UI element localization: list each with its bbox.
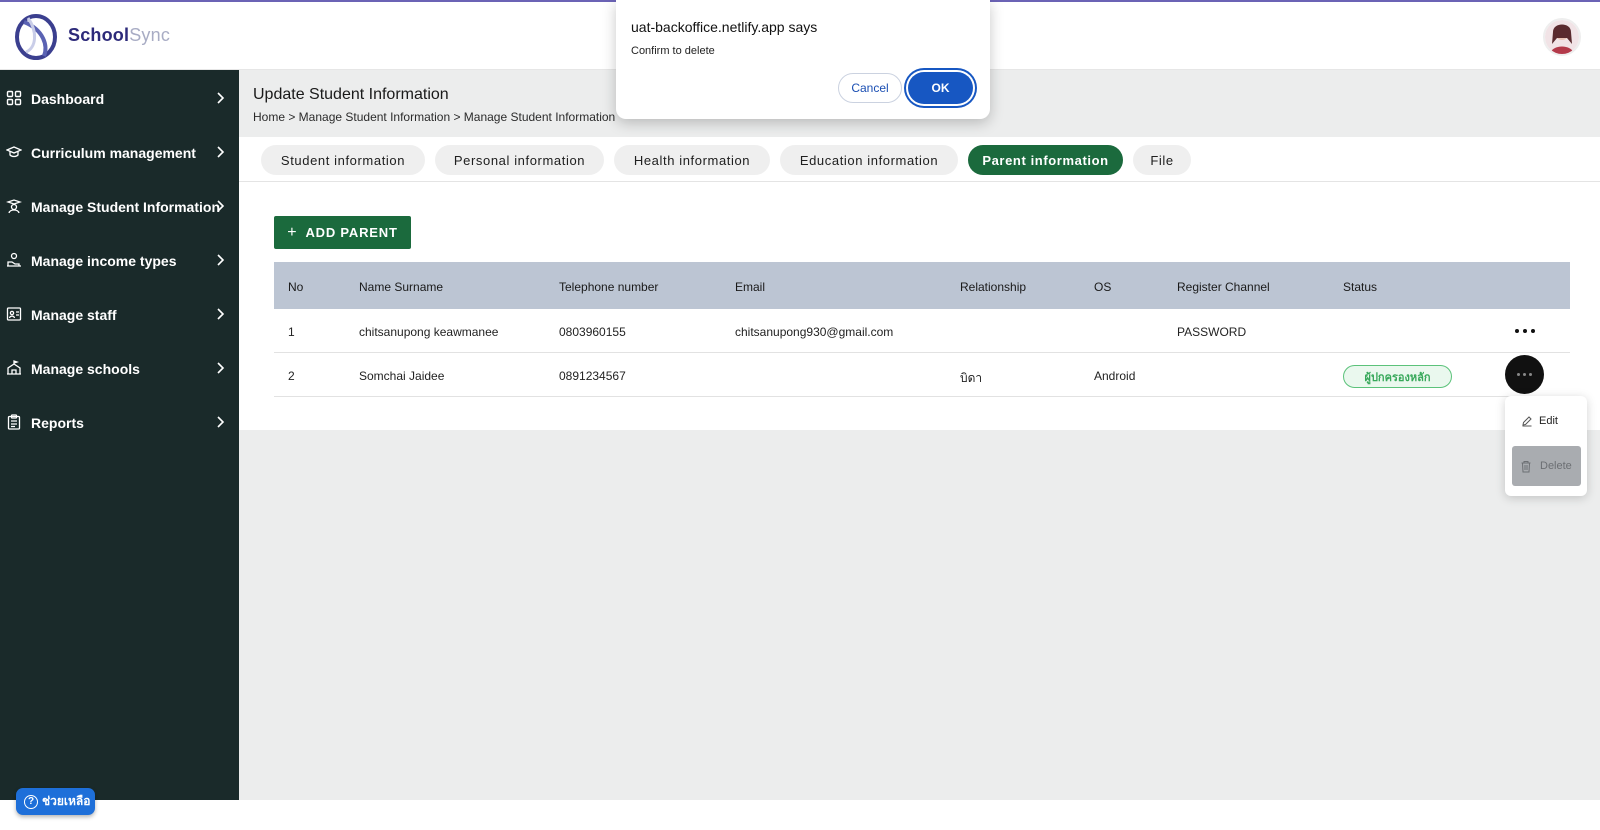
chevron-right-icon [217,92,225,104]
help-label: ช่วยเหลือ [42,794,91,808]
sidebar-item-manage-staff[interactable]: Manage staff [0,295,239,335]
cell-phone: 0803960155 [559,325,626,339]
breadcrumb: Home > Manage Student Information > Mana… [253,110,616,124]
sidebar-item-label: Reports [31,415,84,431]
sidebar-item-label: Manage staff [31,307,117,323]
sidebar: Dashboard Curriculum management Manage S… [0,70,239,800]
graduation-cap-icon [6,146,22,158]
sidebar-item-manage-schools[interactable]: Manage schools [0,349,239,389]
confirm-dialog: uat-backoffice.netlify.app says Confirm … [616,0,990,119]
pencil-icon [1522,416,1532,427]
table-row: 1 chitsanupong keawmanee 0803960155 chit… [274,309,1570,353]
row-actions-menu: Edit Delete [1505,396,1587,496]
row-actions-button-active[interactable] [1505,355,1544,394]
cell-relationship: บิดา [960,371,983,385]
column-header-os: OS [1094,280,1112,294]
column-header-register-channel: Register Channel [1177,280,1270,294]
tab-student-information[interactable]: Student information [261,145,425,175]
brand-name-sync: Sync [129,25,171,45]
column-header-email: Email [735,280,766,294]
column-header-no: No [288,280,304,294]
cancel-button[interactable]: Cancel [838,73,902,103]
dialog-message: Confirm to delete [631,45,715,57]
plus-icon: + [287,223,298,241]
row-actions-button[interactable] [1515,326,1535,336]
tab-education-information[interactable]: Education information [780,145,958,175]
grid-icon [6,90,22,106]
sidebar-item-label: Manage schools [31,361,140,377]
tab-health-information[interactable]: Health information [614,145,770,175]
sidebar-item-manage-student-information[interactable]: Manage Student Information [0,187,239,227]
cell-no: 2 [288,369,295,383]
edit-menu-item[interactable]: Edit [1513,407,1581,435]
sidebar-item-reports[interactable]: Reports [0,403,239,443]
chevron-right-icon [217,308,225,320]
student-icon [6,199,22,214]
table-header: No Name Surname Telephone number Email R… [274,262,1570,309]
cell-register-channel: PASSWORD [1177,325,1247,339]
help-button[interactable]: ? ช่วยเหลือ [16,788,95,815]
tab-personal-information[interactable]: Personal information [435,145,604,175]
status-badge: ผู้ปกครองหลัก [1343,365,1452,388]
cell-phone: 0891234567 [559,369,626,383]
tabs-divider [239,181,1600,182]
delete-label: Delete [1540,460,1572,472]
column-header-status: Status [1343,280,1378,294]
cell-no: 1 [288,325,295,339]
staff-board-icon [6,307,22,321]
chevron-right-icon [217,146,225,158]
sidebar-item-label: Curriculum management [31,145,196,161]
tab-file[interactable]: File [1133,145,1191,175]
delete-menu-item[interactable]: Delete [1512,446,1581,486]
brand-name-school: School [68,25,130,45]
clipboard-icon [7,414,21,430]
column-header-relationship: Relationship [960,280,1027,294]
chevron-right-icon [217,416,225,428]
cell-email: chitsanupong930@gmail.com [735,325,894,339]
sidebar-item-label: Dashboard [31,91,105,107]
sidebar-item-manage-income-types[interactable]: Manage income types [0,241,239,281]
schoolsync-logo[interactable] [14,12,60,60]
sidebar-item-dashboard[interactable]: Dashboard [0,79,239,119]
brand-name: SchoolSync [68,25,170,46]
cell-name: Somchai Jaidee [359,369,445,383]
edit-label: Edit [1539,415,1558,427]
user-avatar[interactable] [1543,18,1581,56]
add-parent-label: ADD PARENT [305,225,398,240]
sidebar-item-label: Manage income types [31,253,177,269]
ok-button[interactable]: OK [908,72,973,104]
dialog-title: uat-backoffice.netlify.app says [631,19,818,35]
money-hand-icon [7,252,21,267]
school-icon [7,360,21,375]
help-icon: ? [24,794,38,809]
page-title: Update Student Information [253,86,449,103]
column-header-phone: Telephone number [559,280,659,294]
sidebar-item-label: Manage Student Information [31,199,220,215]
add-parent-button[interactable]: + ADD PARENT [274,216,411,249]
chevron-right-icon [217,254,225,266]
cell-os: Android [1094,369,1136,383]
chevron-right-icon [217,362,225,374]
column-header-name: Name Surname [359,280,444,294]
tab-parent-information[interactable]: Parent information [968,145,1123,175]
cell-name: chitsanupong keawmanee [359,325,499,339]
chevron-right-icon [217,200,225,212]
trash-icon [1521,460,1531,472]
sidebar-item-curriculum[interactable]: Curriculum management [0,133,239,173]
